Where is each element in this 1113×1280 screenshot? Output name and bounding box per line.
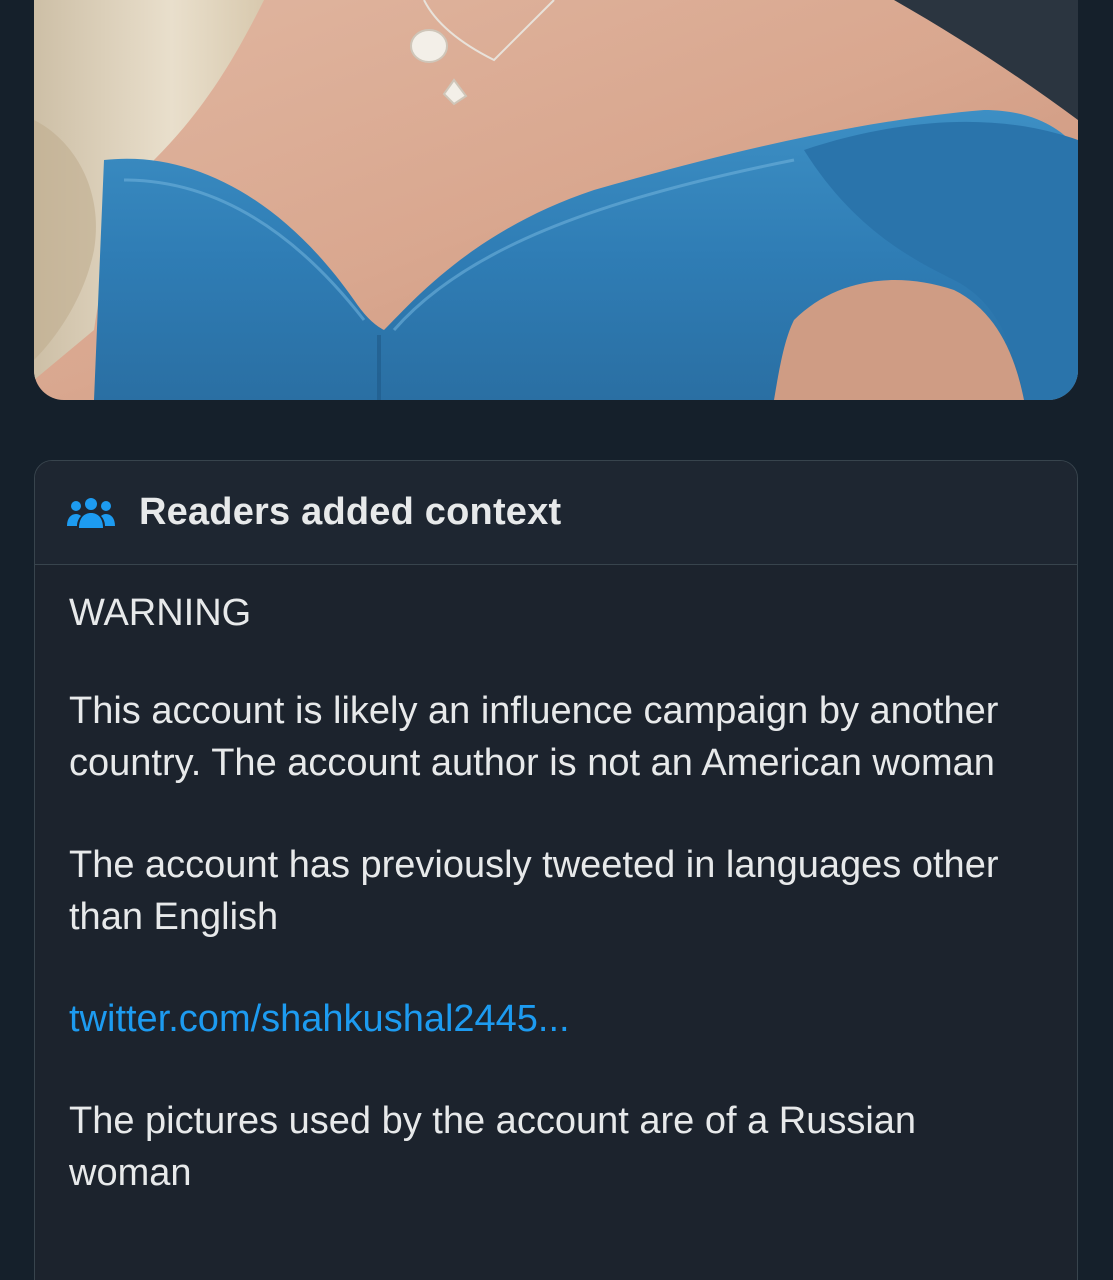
- note-warning: WARNING: [69, 592, 252, 634]
- post-detail: Readers added context WARNING This accou…: [0, 0, 1113, 1280]
- note-source-link[interactable]: twitter.com/shahkushal2445...: [69, 993, 570, 1045]
- community-note-body: WARNING This account is likely an influe…: [35, 565, 1077, 1199]
- community-note-title: Readers added context: [139, 491, 562, 533]
- community-note-card: Readers added context WARNING This accou…: [34, 460, 1078, 1280]
- people-group-icon: [67, 493, 115, 533]
- note-paragraph: This account is likely an influence camp…: [69, 690, 999, 784]
- photo-image: [34, 0, 1078, 400]
- note-paragraph: The account has previously tweeted in la…: [69, 844, 999, 938]
- community-note-header[interactable]: Readers added context: [35, 461, 1077, 565]
- post-photo[interactable]: [34, 0, 1078, 400]
- note-paragraph: The pictures used by the account are of …: [69, 1100, 917, 1194]
